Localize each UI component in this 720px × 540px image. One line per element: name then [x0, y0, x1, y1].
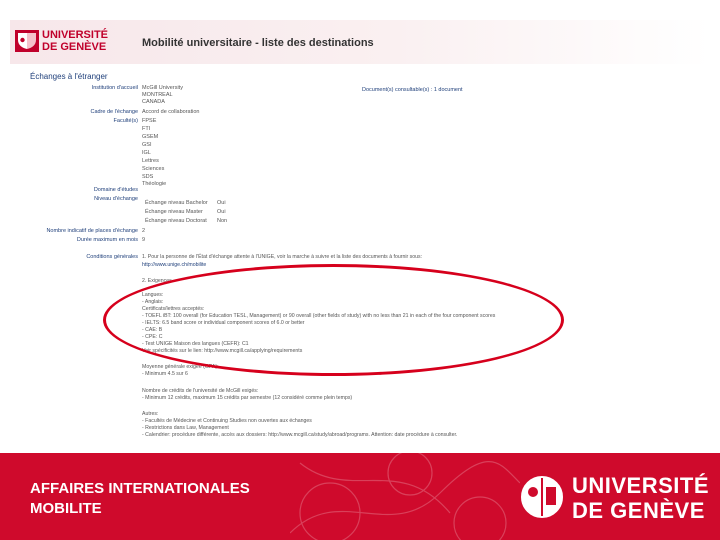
conditions-line: Nombre de crédits de l'université de McG… [142, 388, 259, 394]
conditions-line: - Minimum 12 crédits, maximum 15 crédits… [142, 395, 353, 401]
header-logo-line2: DE GENÈVE [42, 41, 107, 53]
cadre-label: Cadre de l'échange [90, 109, 138, 115]
conditions-link[interactable]: http://www.unige.ch/mobilite [142, 262, 206, 268]
institution-line: CANADA [142, 99, 165, 105]
places-label: Nombre indicatif de places d'échange [46, 228, 138, 234]
conditions-line: Autres: [142, 411, 159, 417]
level-row-value: Oui [217, 209, 226, 215]
footer-line1: AFFAIRES INTERNATIONALES [30, 480, 250, 497]
footer-university-logo-text[interactable]: UNIVERSITÉ DE GENÈVE [572, 473, 709, 523]
faculty-item: FPSE [142, 118, 157, 124]
conditions-line: - Facultés de Médecine et Continuing Stu… [142, 418, 312, 424]
footer-uni-line1: UNIVERSITÉ [572, 473, 710, 498]
institution-line: McGill University [142, 85, 183, 91]
faculty-item: Sciences [142, 166, 165, 172]
level-row-value: Non [217, 218, 228, 224]
decorative-pattern-icon [290, 453, 520, 540]
domain-label: Domaine d'études [93, 187, 138, 193]
page-title: Mobilité universitaire - liste des desti… [142, 37, 374, 49]
university-crest-icon [519, 474, 565, 520]
faculty-item: Théologie [142, 181, 167, 187]
footer-line2: MOBILITE [30, 500, 102, 517]
faculty-item: GSI [142, 142, 152, 148]
faculty-item: SDS [142, 174, 154, 180]
conditions-line: - Restrictions dans Law, Management [142, 425, 229, 431]
faculty-item: IGL [142, 150, 151, 156]
duration-label: Durée maximum en mois [76, 237, 138, 243]
conditions-line: - Calendrier: procédure différente, accè… [142, 432, 458, 438]
level-row-label: Échange niveau Master [145, 209, 203, 215]
faculty-item: FTI [142, 126, 151, 132]
duration-value: 9 [142, 237, 146, 243]
university-shield-icon [15, 30, 39, 52]
cadre-value: Accord de collaboration [142, 109, 200, 115]
screenshot-panel [0, 0, 710, 445]
level-label: Niveau d'échange [94, 196, 138, 202]
level-row-value: Oui [217, 200, 226, 206]
institution-label: Institution d'accueil [91, 85, 138, 91]
documents-link[interactable]: Document(s) consultable(s) : 1 document [362, 87, 463, 93]
highlight-ellipse [103, 264, 564, 376]
conditions-line: - Minimum 4.5 sur 6 [142, 371, 188, 377]
conditions-label: Conditions générales [86, 254, 138, 260]
level-row-label: Échange niveau Doctorat [145, 218, 207, 224]
faculty-item: GSEM [142, 134, 159, 140]
faculty-item: Lettres [142, 158, 159, 164]
section-title: Échanges à l'étranger [30, 72, 108, 81]
header-logo-line1: UNIVERSITÉ [42, 29, 109, 41]
level-row-label: Échange niveau Bachelor [145, 200, 208, 206]
faculties-label: Faculté(s) [113, 118, 138, 124]
header-logo-text[interactable]: UNIVERSITÉ DE GENÈVE [42, 29, 108, 53]
footer-uni-line2: DE GENÈVE [572, 498, 705, 523]
footer-caption: AFFAIRES INTERNATIONALES MOBILITE [30, 479, 250, 519]
institution-line: MONTREAL [142, 92, 173, 98]
places-value: 2 [142, 228, 146, 234]
conditions-line: 1. Pour la personne de l'État d'échange … [142, 254, 423, 260]
